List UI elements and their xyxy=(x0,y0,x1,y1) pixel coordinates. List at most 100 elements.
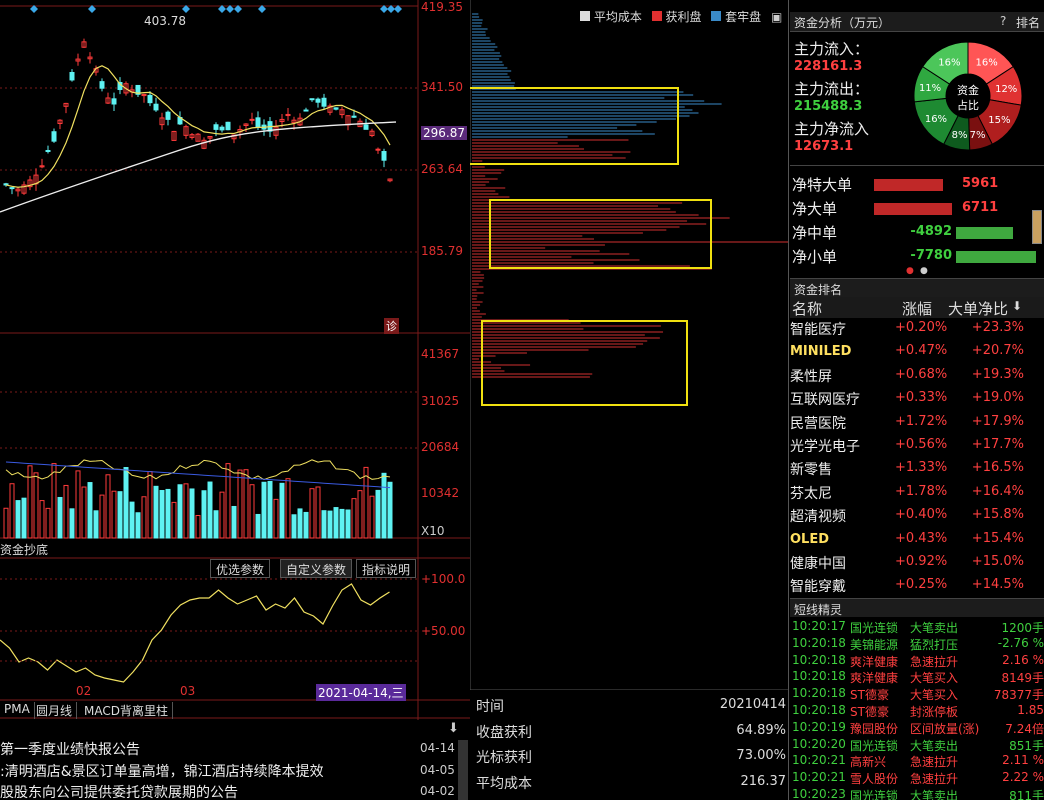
indicator-title[interactable]: 资金抄底 xyxy=(0,541,48,558)
bottom-tab-pma[interactable]: PMA xyxy=(0,702,35,719)
sprite-value: 78377手 xyxy=(993,688,1044,703)
page-dot-active[interactable]: ● xyxy=(906,266,914,276)
col-name[interactable]: 名称 xyxy=(792,298,822,319)
sprite-row[interactable]: 10:20:19 豫园股份 区间放量(涨) 7.24倍 xyxy=(792,719,1044,736)
indicator-line xyxy=(0,583,390,683)
download-icon[interactable]: ⬇ xyxy=(448,721,459,736)
sprite-row[interactable]: 10:20:17 国光连锁 大笔卖出 1200手 xyxy=(792,618,1044,635)
sprite-row[interactable]: 10:20:21 雪人股份 急速拉升 2.22 % xyxy=(792,769,1044,786)
volume-multiplier: X10 xyxy=(421,524,445,538)
sprite-row[interactable]: 10:20:18 美锦能源 猛烈打压 -2.76 % xyxy=(792,635,1044,652)
chip-distribution-chart[interactable] xyxy=(470,0,788,690)
chart-settings-icon[interactable]: ▣ xyxy=(771,10,782,24)
outflow-label: 主力流出： xyxy=(794,80,870,98)
volume-bar xyxy=(339,508,345,539)
sprite-stock: 雪人股份 xyxy=(850,772,899,787)
candle-body xyxy=(147,94,153,104)
candle-body xyxy=(165,111,171,120)
ranking-ratio: +15.8% xyxy=(971,507,1024,523)
flow-bar xyxy=(874,179,943,191)
ranking-row[interactable]: 光学光电子 +0.56% +17.7% xyxy=(790,435,1044,458)
sprite-row[interactable]: 10:20:23 国光连锁 大笔卖出 811手 xyxy=(792,786,1044,800)
volume-bar xyxy=(231,505,237,539)
news-date: 04-02 xyxy=(420,784,455,798)
candle-body xyxy=(51,131,57,142)
ranking-row[interactable]: 超清视频 +0.40% +15.8% xyxy=(790,505,1044,528)
volume-bar xyxy=(123,467,129,539)
sort-down-icon[interactable]: ⬇ xyxy=(1012,299,1022,313)
legend-profit: 获利盘 xyxy=(665,10,702,24)
volume-bar xyxy=(213,510,219,539)
inflow-label: 主力流入： xyxy=(794,40,870,58)
donut-slice-label: 7% xyxy=(970,130,986,141)
col-ratio[interactable]: 大单净比 xyxy=(948,298,1008,319)
ranking-row[interactable]: 民营医院 +1.72% +17.9% xyxy=(790,412,1044,435)
volume-bar xyxy=(351,498,357,539)
ranking-name: 互联网医疗 xyxy=(790,392,860,409)
ranking-row[interactable]: 互联网医疗 +0.33% +19.0% xyxy=(790,388,1044,411)
flow-label: 净特大单 xyxy=(792,176,853,194)
sprite-header: 短线精灵 xyxy=(790,598,1044,617)
candle-body xyxy=(315,98,321,103)
ranking-row[interactable]: 柔性屏 +0.68% +19.3% xyxy=(790,365,1044,388)
ranking-row[interactable]: 智能医疗 +0.20% +23.3% xyxy=(790,318,1044,341)
rank-button[interactable]: 排名 xyxy=(1016,14,1040,31)
cursor-date: 2021-04-14,三 xyxy=(316,684,406,701)
ranking-row[interactable]: 芬太尼 +1.78% +16.4% xyxy=(790,482,1044,505)
fund-header: 资金分析（万元） ? 排名 xyxy=(790,12,1044,32)
news-item[interactable]: 第一季度业绩快报公告 04-14 xyxy=(0,739,470,761)
help-icon[interactable]: ? xyxy=(1000,14,1006,28)
volume-bar xyxy=(333,507,339,539)
indicator-btn-help[interactable]: 指标说明 xyxy=(356,559,417,578)
chip-legend: 平均成本 获利盘 套牢盘 ▣ xyxy=(580,8,782,25)
ranking-ratio: +15.4% xyxy=(971,530,1024,546)
bottom-tab-macd[interactable]: MACD背离里柱 xyxy=(80,702,173,719)
sprite-value: 2.16 % xyxy=(1002,652,1044,667)
ranking-row[interactable]: OLED +0.43% +15.4% xyxy=(790,529,1044,552)
sprite-row[interactable]: 10:20:18 爽洋健康 大笔买入 8149手 xyxy=(792,668,1044,685)
bottom-tab-moon[interactable]: 圆月线 xyxy=(32,702,78,719)
candle-body xyxy=(99,81,105,89)
news-item[interactable]: :清明酒店&景区订单量高增，锦江酒店持续降本提效 04-05 xyxy=(0,761,470,783)
page-dot[interactable]: ● xyxy=(920,266,928,276)
sprite-stock: 豫园股份 xyxy=(850,721,899,736)
diagnose-button[interactable]: 诊 xyxy=(384,318,399,334)
sprite-type: 区间放量(涨) xyxy=(910,721,980,736)
sprite-time: 10:20:20 xyxy=(792,736,846,751)
ranking-row[interactable]: 智能穿戴 +0.25% +14.5% xyxy=(790,575,1044,598)
sprite-row[interactable]: 10:20:18 爽洋健康 急速拉升 2.16 % xyxy=(792,652,1044,669)
donut-slice-label: 16% xyxy=(976,58,998,69)
sprite-stock: 爽洋健康 xyxy=(850,654,899,669)
indicator-btn-custom[interactable]: 自定义参数 xyxy=(280,559,353,578)
flow-scrollbar[interactable] xyxy=(1032,210,1042,244)
high-price-annotation: 403.78 xyxy=(144,14,186,28)
volume-bar xyxy=(21,497,27,539)
sprite-row[interactable]: 10:20:18 ST德豪 大笔买入 78377手 xyxy=(792,685,1044,702)
candle-body xyxy=(153,103,159,111)
news-item[interactable]: 股股东向公司提供委托贷款展期的公告 04-02 xyxy=(0,782,470,800)
col-change[interactable]: 涨幅 xyxy=(902,298,932,319)
price-label-5: 185.79 xyxy=(421,244,463,258)
sprite-row[interactable]: 10:20:21 高新兴 急速拉升 2.11 % xyxy=(792,752,1044,769)
news-scrollbar[interactable] xyxy=(458,740,468,800)
kline-chart[interactable] xyxy=(0,0,470,800)
ranking-name: 柔性屏 xyxy=(790,368,832,385)
ranking-columns: 名称 涨幅 大单净比 ⬇ xyxy=(790,297,1044,318)
sprite-stock: ST德豪 xyxy=(850,705,889,719)
sprite-row[interactable]: 10:20:20 国光连锁 大笔卖出 851手 xyxy=(792,736,1044,753)
sprite-type: 大笔卖出 xyxy=(910,621,959,635)
ranking-change: +0.20% xyxy=(895,320,948,335)
volume-bar xyxy=(159,490,165,539)
volume-bar xyxy=(219,491,225,539)
ranking-row[interactable]: 新零售 +1.33% +16.5% xyxy=(790,458,1044,481)
ranking-row[interactable]: MINILED +0.47% +20.7% xyxy=(790,341,1044,364)
flow-value: -7780 xyxy=(910,248,952,263)
sprite-time: 10:20:19 xyxy=(792,719,846,734)
ranking-ratio: +17.9% xyxy=(971,413,1024,429)
sprite-row[interactable]: 10:20:18 ST德豪 封涨停板 1.85 xyxy=(792,702,1044,719)
volume-bar xyxy=(363,466,369,539)
profit-swatch xyxy=(651,11,662,21)
ranking-row[interactable]: 健康中国 +0.92% +15.0% xyxy=(790,552,1044,575)
flow-row: 净特大单 5961 xyxy=(790,174,1044,196)
indicator-btn-optimal[interactable]: 优选参数 xyxy=(210,559,271,578)
